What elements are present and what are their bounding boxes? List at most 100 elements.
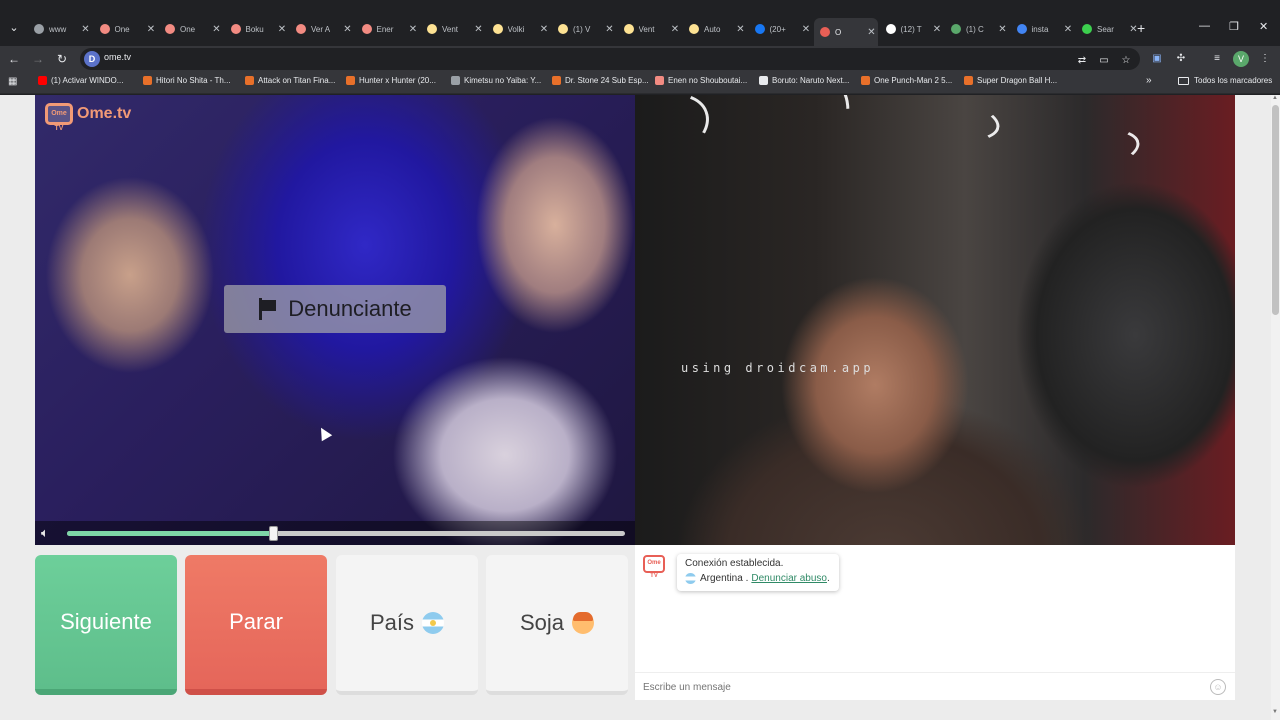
more-bookmarks-chevron-icon[interactable]: »: [1146, 75, 1152, 86]
tab-close-icon[interactable]: ✕: [407, 24, 419, 35]
bookmark-star-icon[interactable]: ☆: [1118, 53, 1134, 69]
all-bookmarks[interactable]: Todos los marcadores: [1178, 76, 1272, 85]
bookmark-label: One Punch-Man 2 5...: [874, 76, 953, 85]
tab-search-chevron-icon[interactable]: ⌄: [6, 20, 22, 36]
report-link-suffix: .: [826, 573, 830, 584]
emoji-icon[interactable]: ☺: [1210, 679, 1226, 695]
browser-tab[interactable]: Volki ✕: [487, 18, 551, 40]
tab-close-icon[interactable]: ✕: [473, 24, 485, 35]
tab-close-icon[interactable]: ✕: [735, 24, 747, 35]
gender-button[interactable]: Soja: [486, 555, 628, 695]
browser-tab[interactable]: www ✕: [28, 18, 92, 40]
tab-close-icon[interactable]: ✕: [538, 24, 550, 35]
browser-tab[interactable]: Ener ✕: [356, 18, 420, 40]
browser-tab[interactable]: Ver A ✕: [290, 18, 354, 40]
tab-close-icon[interactable]: ✕: [80, 24, 92, 35]
tab-close-icon[interactable]: ✕: [604, 24, 616, 35]
browser-tab[interactable]: insta ✕: [1011, 18, 1075, 40]
bookmark-item[interactable]: Enen no Shouboutai...: [655, 76, 747, 85]
browser-tab[interactable]: One ✕: [159, 18, 223, 40]
country-button[interactable]: País: [336, 555, 478, 695]
tab-close-icon[interactable]: ✕: [669, 24, 681, 35]
flag-icon: [258, 298, 278, 320]
bookmark-label: (1) Activar WINDO...: [51, 76, 124, 85]
bookmark-label: Hunter x Hunter (20...: [359, 76, 436, 85]
browser-tab[interactable]: (20+ ✕: [749, 18, 813, 40]
browser-tab[interactable]: (12) T ✕: [880, 18, 944, 40]
next-button[interactable]: Siguiente: [35, 555, 177, 695]
profile-avatar[interactable]: V: [1233, 51, 1249, 67]
tab-close-icon[interactable]: ✕: [145, 24, 157, 35]
system-message: Conexión establecida. Argentina . Denunc…: [677, 554, 839, 591]
stop-button[interactable]: Parar: [185, 555, 327, 695]
bookmark-favicon-icon: [38, 76, 47, 85]
translate-icon[interactable]: ⇄: [1074, 53, 1090, 69]
tab-label: www: [49, 24, 67, 34]
page-scrollbar[interactable]: ▲ ▼: [1271, 95, 1280, 720]
bookmark-item[interactable]: One Punch-Man 2 5...: [861, 76, 952, 85]
scroll-down-arrow-icon[interactable]: ▼: [1272, 709, 1278, 715]
tab-close-icon[interactable]: ✕: [1062, 24, 1074, 35]
bookmark-item[interactable]: Boruto: Naruto Next...: [759, 76, 849, 85]
bookmark-favicon-icon: [655, 76, 664, 85]
bookmark-item[interactable]: Hunter x Hunter (20...: [346, 76, 436, 85]
tab-close-icon[interactable]: ✕: [931, 24, 943, 35]
tab-favicon-icon: [1082, 24, 1092, 34]
apps-grid-icon[interactable]: ▦: [8, 76, 20, 88]
bookmark-item[interactable]: (1) Activar WINDO...: [38, 76, 123, 85]
bookmark-label: Attack on Titan Fina...: [258, 76, 336, 85]
bookmark-item[interactable]: Super Dragon Ball H...: [964, 76, 1057, 85]
chat-message-input[interactable]: [643, 679, 1203, 695]
media-queue-icon[interactable]: ≡: [1209, 51, 1225, 67]
forward-arrow-icon[interactable]: →: [30, 51, 46, 67]
bookmark-item[interactable]: Dr. Stone 24 Sub Esp...: [552, 76, 649, 85]
bookmark-favicon-icon: [346, 76, 355, 85]
minimize-icon[interactable]: —: [1199, 20, 1210, 32]
bookmark-favicon-icon: [759, 76, 768, 85]
browser-tab[interactable]: O ✕: [814, 18, 878, 46]
browser-tab[interactable]: Auto ✕: [683, 18, 747, 40]
ometv-logo-text: Ome.tv: [77, 105, 132, 122]
tab-close-icon[interactable]: ✕: [800, 24, 812, 35]
tab-label: One: [114, 24, 130, 34]
browser-tab[interactable]: One ✕: [94, 18, 158, 40]
browser-tab[interactable]: Sear ✕: [1076, 18, 1140, 40]
bookmark-item[interactable]: Hitori No Shita - Th...: [143, 76, 231, 85]
boy-icon: [572, 612, 595, 634]
tab-close-icon[interactable]: ✕: [342, 24, 354, 35]
browser-tab[interactable]: Vent ✕: [421, 18, 485, 40]
tab-close-icon[interactable]: ✕: [211, 24, 223, 35]
site-info-icon[interactable]: D: [84, 51, 100, 67]
report-button[interactable]: Denunciante: [224, 285, 446, 333]
tab-close-icon[interactable]: ✕: [866, 27, 878, 38]
ometv-logo-icon: Ome TV: [45, 103, 73, 132]
menu-kebab-icon[interactable]: ⋮: [1257, 51, 1273, 67]
back-arrow-icon[interactable]: ←: [6, 51, 22, 67]
cast-icon[interactable]: ▭: [1096, 53, 1112, 69]
tab-close-icon[interactable]: ✕: [276, 24, 288, 35]
close-window-icon[interactable]: ✕: [1259, 20, 1268, 33]
argentina-flag-icon: [685, 573, 696, 584]
bookmark-item[interactable]: Attack on Titan Fina...: [245, 76, 335, 85]
address-bar[interactable]: D ome.tv ⇄ ▭ ☆: [80, 48, 1140, 70]
extensions-puzzle-icon[interactable]: ✣: [1173, 51, 1189, 67]
volume-thumb[interactable]: [269, 526, 279, 541]
maximize-icon[interactable]: ❐: [1229, 20, 1239, 33]
volume-slider[interactable]: [67, 526, 625, 541]
url-text[interactable]: ome.tv: [104, 52, 131, 62]
scroll-up-arrow-icon[interactable]: ▲: [1272, 95, 1278, 101]
browser-tab[interactable]: (1) C ✕: [945, 18, 1009, 40]
tab-close-icon[interactable]: ✕: [997, 24, 1009, 35]
extension-translate-icon[interactable]: ▣: [1149, 51, 1165, 67]
browser-tab[interactable]: (1) V ✕: [552, 18, 616, 40]
report-abuse-link[interactable]: Denunciar abuso: [751, 573, 827, 584]
browser-tab[interactable]: Vent ✕: [618, 18, 682, 40]
tab-label: Vent: [442, 24, 459, 34]
browser-tab[interactable]: Boku ✕: [225, 18, 289, 40]
reload-icon[interactable]: ↻: [54, 51, 70, 67]
scroll-thumb[interactable]: [1272, 105, 1279, 315]
bookmark-item[interactable]: Kimetsu no Yaiba: Y...: [451, 76, 541, 85]
speaker-icon[interactable]: 🔈︎: [41, 525, 49, 541]
new-tab-plus-icon[interactable]: +: [1137, 20, 1145, 36]
bookmark-label: Super Dragon Ball H...: [977, 76, 1058, 85]
